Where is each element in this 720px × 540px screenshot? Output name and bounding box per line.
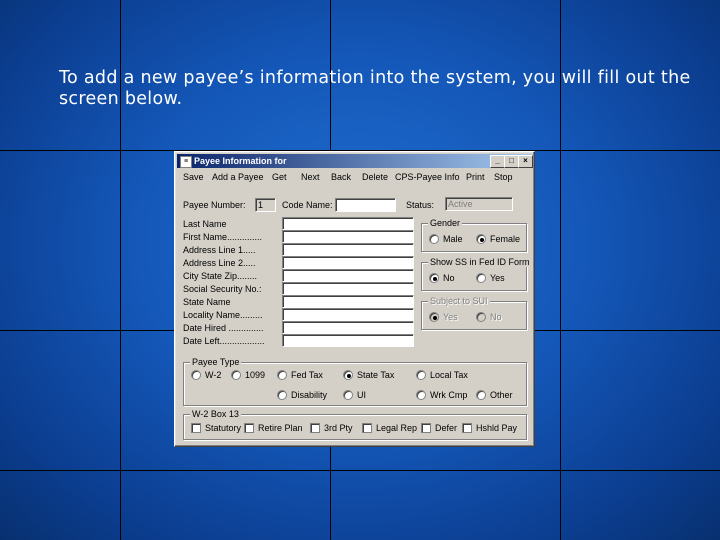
payee-type-disability-radio[interactable] — [277, 390, 287, 400]
code-name-field[interactable] — [335, 198, 396, 212]
show-ss-no-radio[interactable] — [429, 273, 439, 283]
statutory-checkbox[interactable] — [191, 423, 201, 433]
menu-bar: Save Add a Payee Get Next Back Delete CP… — [179, 170, 530, 184]
defer-checkbox[interactable] — [421, 423, 431, 433]
3rd-pty-checkbox[interactable] — [310, 423, 320, 433]
gender-male-label: Male — [443, 234, 463, 244]
state-name-field[interactable] — [282, 295, 414, 308]
defer-label: Defer — [435, 423, 458, 433]
menu-add-payee[interactable]: Add a Payee — [212, 170, 264, 184]
last-name-field[interactable] — [282, 217, 414, 230]
w2-box-13-group-title: W-2 Box 13 — [190, 409, 241, 419]
payee-type-fed-tax-label: Fed Tax — [291, 370, 323, 380]
status-label: Status: — [406, 200, 435, 210]
menu-stop[interactable]: Stop — [494, 170, 513, 184]
locality-name-label: Locality Name......... — [183, 310, 263, 320]
address-line-1-label: Address Line 1..... — [183, 245, 256, 255]
subject-sui-no-radio[interactable] — [476, 312, 486, 322]
payee-type-group: Payee Type W-2 1099 Fed Tax State Tax Lo… — [183, 357, 527, 406]
subject-sui-yes-label: Yes — [443, 312, 458, 322]
menu-get[interactable]: Get — [272, 170, 287, 184]
subject-sui-group: Subject to SUI Yes No — [421, 296, 527, 330]
locality-name-field[interactable] — [282, 308, 414, 321]
payee-type-disability-label: Disability — [291, 390, 328, 400]
app-icon[interactable]: ≡ — [180, 156, 192, 168]
gender-male-radio[interactable] — [429, 234, 439, 244]
payee-type-state-tax-label: State Tax — [357, 370, 395, 380]
payee-number-field[interactable]: 1 — [255, 198, 276, 212]
city-state-zip-label: City State Zip........ — [183, 271, 258, 281]
w2-box-13-group: W-2 Box 13 Statutory Retire Plan 3rd Pty… — [183, 409, 527, 440]
statutory-label: Statutory — [205, 423, 242, 433]
payee-type-w2-label: W-2 — [205, 370, 222, 380]
subject-sui-yes-radio[interactable] — [429, 312, 439, 322]
social-security-field[interactable] — [282, 282, 414, 295]
subject-sui-group-title: Subject to SUI — [428, 296, 490, 306]
show-ss-group: Show SS in Fed ID Form No Yes — [421, 257, 532, 291]
social-security-label: Social Security No.: — [183, 284, 262, 294]
slide-caption: To add a new payee’s information into th… — [59, 68, 691, 109]
legal-rep-label: Legal Rep — [376, 423, 418, 433]
menu-cps-payee-info[interactable]: CPS-Payee Info — [395, 170, 460, 184]
menu-print[interactable]: Print — [466, 170, 485, 184]
payee-type-local-tax-label: Local Tax — [430, 370, 468, 380]
window-title: Payee Information for — [194, 156, 287, 166]
title-bar[interactable]: ≡ Payee Information for _ □ × — [177, 154, 533, 168]
gender-group-title: Gender — [428, 218, 463, 228]
gender-group: Gender Male Female — [421, 218, 527, 252]
minimize-button[interactable]: _ — [490, 155, 505, 168]
menu-back[interactable]: Back — [331, 170, 351, 184]
subject-sui-no-label: No — [490, 312, 502, 322]
address-line-1-field[interactable] — [282, 243, 414, 256]
retire-plan-label: Retire Plan — [258, 423, 303, 433]
date-hired-field[interactable] — [282, 321, 414, 334]
date-hired-label: Date Hired .............. — [183, 323, 264, 333]
payee-information-window: ≡ Payee Information for _ □ × Save Add a… — [174, 151, 535, 447]
payee-type-fed-tax-radio[interactable] — [277, 370, 287, 380]
hshld-pay-checkbox[interactable] — [462, 423, 472, 433]
date-left-label: Date Left.................. — [183, 336, 265, 346]
payee-type-wrk-cmp-radio[interactable] — [416, 390, 426, 400]
menu-delete[interactable]: Delete — [362, 170, 388, 184]
payee-type-local-tax-radio[interactable] — [416, 370, 426, 380]
date-left-field[interactable] — [282, 334, 414, 347]
last-name-label: Last Name — [183, 219, 227, 229]
show-ss-no-label: No — [443, 273, 455, 283]
show-ss-group-title: Show SS in Fed ID Form — [428, 257, 532, 267]
payee-type-ui-label: UI — [357, 390, 366, 400]
maximize-button[interactable]: □ — [504, 155, 519, 168]
payee-type-other-radio[interactable] — [476, 390, 486, 400]
city-state-zip-field[interactable] — [282, 269, 414, 282]
payee-type-group-title: Payee Type — [190, 357, 242, 367]
payee-type-ui-radio[interactable] — [343, 390, 353, 400]
payee-type-other-label: Other — [490, 390, 513, 400]
first-name-field[interactable] — [282, 230, 414, 243]
retire-plan-checkbox[interactable] — [244, 423, 254, 433]
menu-save[interactable]: Save — [183, 170, 204, 184]
address-line-2-field[interactable] — [282, 256, 414, 269]
first-name-label: First Name.............. — [183, 232, 263, 242]
menu-next[interactable]: Next — [301, 170, 320, 184]
status-field[interactable]: Active — [445, 197, 513, 211]
show-ss-yes-radio[interactable] — [476, 273, 486, 283]
address-line-2-label: Address Line 2..... — [183, 258, 256, 268]
payee-type-1099-radio[interactable] — [231, 370, 241, 380]
gender-female-label: Female — [490, 234, 521, 244]
show-ss-yes-label: Yes — [490, 273, 505, 283]
payee-type-1099-label: 1099 — [245, 370, 266, 380]
payee-number-label: Payee Number: — [183, 200, 246, 210]
payee-type-state-tax-radio[interactable] — [343, 370, 353, 380]
state-name-label: State Name — [183, 297, 231, 307]
code-name-label: Code Name: — [282, 200, 333, 210]
3rd-pty-label: 3rd Pty — [324, 423, 353, 433]
hshld-pay-label: Hshld Pay — [476, 423, 518, 433]
close-button[interactable]: × — [518, 155, 533, 168]
legal-rep-checkbox[interactable] — [362, 423, 372, 433]
gender-female-radio[interactable] — [476, 234, 486, 244]
payee-type-wrk-cmp-label: Wrk Cmp — [430, 390, 468, 400]
payee-type-w2-radio[interactable] — [191, 370, 201, 380]
